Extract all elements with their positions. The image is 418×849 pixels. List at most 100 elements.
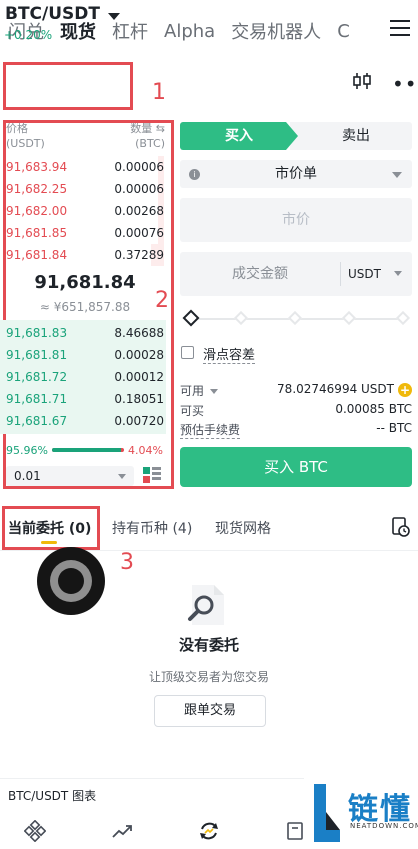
order-type-select[interactable]: i 市价单 bbox=[180, 160, 412, 188]
buy-sell-toggle: 卖出 买入 bbox=[180, 122, 412, 150]
ask-qty: 0.37289 bbox=[114, 248, 164, 262]
chevron-down-icon bbox=[392, 172, 402, 178]
orderbook-price-header: 价格 (USDT) bbox=[6, 122, 45, 150]
ask-row[interactable]: 91,683.94 0.00006 bbox=[6, 156, 164, 178]
available-label[interactable]: 可用 bbox=[180, 382, 219, 399]
chevron-down-icon[interactable] bbox=[108, 13, 120, 20]
tab-margin[interactable]: 杠杆 bbox=[112, 18, 148, 44]
pair-selector[interactable]: BTC/USDT bbox=[5, 4, 100, 24]
buy-btc-button[interactable]: 买入 BTC bbox=[180, 447, 412, 487]
can-buy-label: 可买 bbox=[180, 404, 205, 418]
bid-ratio: 95.96% bbox=[6, 444, 48, 457]
slippage-checkbox[interactable] bbox=[181, 346, 194, 359]
ask-row[interactable]: 91,682.25 0.00006 bbox=[6, 178, 164, 200]
watermark: 链懂 NEATDOWN.COM bbox=[304, 778, 418, 849]
bid-qty: 0.00012 bbox=[114, 370, 164, 384]
bid-price: 91,681.71 bbox=[6, 392, 68, 406]
amount-field[interactable]: 成交金额 USDT bbox=[180, 252, 412, 296]
ask-row[interactable]: 91,682.00 0.00268 bbox=[6, 200, 164, 222]
bid-qty: 0.00028 bbox=[114, 348, 164, 362]
buy-tab[interactable]: 买入 bbox=[180, 122, 298, 150]
bid-price: 91,681.81 bbox=[6, 348, 68, 362]
bid-qty: 8.46688 bbox=[114, 326, 164, 340]
trade-icon[interactable] bbox=[198, 820, 220, 842]
bid-row[interactable]: 91,681.72 0.00012 bbox=[6, 366, 164, 388]
annotation-label-1: 1 bbox=[152, 80, 166, 105]
orderbook-qty-header[interactable]: 数量 ⇆ (BTC) bbox=[130, 121, 165, 151]
copy-trading-button[interactable]: 跟单交易 bbox=[154, 695, 266, 727]
tab-spot-grid[interactable]: 现货网格 bbox=[215, 518, 271, 538]
slider-node-50[interactable] bbox=[287, 310, 303, 326]
bid-price: 91,681.72 bbox=[6, 370, 68, 384]
bid-qty: 0.00720 bbox=[114, 414, 164, 428]
annotation-box-1 bbox=[3, 62, 133, 110]
bid-row[interactable]: 91,681.83 8.46688 bbox=[6, 322, 164, 344]
slider-node-75[interactable] bbox=[341, 310, 357, 326]
ask-row[interactable]: 91,681.84 0.37289 bbox=[6, 244, 164, 266]
ask-price: 91,681.85 bbox=[6, 226, 68, 240]
ask-qty: 0.00076 bbox=[114, 226, 164, 240]
ask-row[interactable]: 91,681.85 0.00076 bbox=[6, 222, 164, 244]
chevron-down-icon bbox=[394, 271, 402, 276]
info-icon[interactable]: i bbox=[189, 169, 200, 180]
ask-qty: 0.00268 bbox=[114, 204, 164, 218]
candlestick-icon[interactable] bbox=[352, 71, 372, 91]
chevron-down-icon bbox=[118, 474, 126, 479]
home-logo-icon[interactable] bbox=[24, 820, 46, 842]
watermark-logo bbox=[314, 784, 340, 842]
ask-price: 91,683.94 bbox=[6, 160, 68, 174]
annotation-label-3: 3 bbox=[120, 550, 134, 575]
ask-price: 91,681.84 bbox=[6, 248, 68, 262]
bid-row[interactable]: 91,681.81 0.00028 bbox=[6, 344, 164, 366]
pair-change: +0.20% bbox=[4, 28, 53, 42]
tab-holdings[interactable]: 持有币种 (4) bbox=[112, 518, 192, 538]
floating-disc-widget[interactable] bbox=[37, 547, 105, 615]
slider-thumb[interactable] bbox=[182, 309, 200, 327]
price-step-select[interactable]: 0.01 bbox=[6, 466, 134, 486]
tab-more-partial[interactable]: C bbox=[337, 21, 350, 42]
sell-tab[interactable]: 卖出 bbox=[290, 122, 412, 150]
bid-price: 91,681.67 bbox=[6, 414, 68, 428]
amount-placeholder: 成交金额 bbox=[232, 266, 288, 282]
can-buy-value: 0.00085 BTC bbox=[335, 402, 412, 416]
bid-qty: 0.18051 bbox=[114, 392, 164, 406]
amount-unit-select[interactable]: USDT bbox=[348, 252, 381, 296]
slippage-label[interactable]: 滑点容差 bbox=[203, 344, 256, 364]
order-history-icon[interactable] bbox=[392, 517, 410, 537]
add-funds-icon[interactable]: + bbox=[398, 382, 412, 397]
bid-ratio-fill bbox=[52, 448, 122, 452]
ask-qty: 0.00006 bbox=[114, 182, 164, 196]
ask-ratio: 4.04% bbox=[128, 444, 163, 457]
chart-label: BTC/USDT 图表 bbox=[8, 789, 97, 803]
slider-node-25[interactable] bbox=[233, 310, 249, 326]
amount-divider bbox=[340, 262, 341, 286]
bid-row[interactable]: 91,681.71 0.18051 bbox=[6, 388, 164, 410]
chevron-down-icon bbox=[210, 389, 219, 394]
watermark-sub: NEATDOWN.COM bbox=[350, 822, 418, 830]
ask-price: 91,682.25 bbox=[6, 182, 68, 196]
more-icon[interactable]: ••• bbox=[392, 72, 418, 96]
last-price-fiat: ≈ ¥651,857.88 bbox=[39, 300, 131, 314]
tab-trading-bots[interactable]: 交易机器人 bbox=[231, 18, 321, 44]
menu-icon[interactable] bbox=[390, 20, 410, 38]
tab-alpha[interactable]: Alpha bbox=[164, 21, 215, 42]
slider-node-100[interactable] bbox=[395, 310, 411, 326]
empty-search-document-icon bbox=[188, 585, 224, 625]
fee-value: -- BTC bbox=[376, 421, 412, 435]
fee-label[interactable]: 预估手续费 bbox=[180, 421, 241, 439]
orderbook-layout-icon[interactable] bbox=[142, 466, 162, 484]
price-step-value: 0.01 bbox=[14, 469, 41, 483]
available-value: 78.02746994 USDT + bbox=[277, 382, 412, 397]
bid-price: 91,681.83 bbox=[6, 326, 68, 340]
active-tab-indicator bbox=[41, 541, 57, 544]
markets-icon[interactable] bbox=[111, 820, 133, 842]
price-field: 市价 bbox=[180, 198, 412, 242]
bid-row[interactable]: 91,681.67 0.00720 bbox=[6, 410, 164, 432]
empty-title: 没有委托 bbox=[178, 636, 239, 654]
order-type-value: 市价单 bbox=[275, 166, 317, 182]
ask-price: 91,682.00 bbox=[6, 204, 68, 218]
empty-subtitle: 让顶级交易者为您交易 bbox=[148, 670, 269, 684]
last-price[interactable]: 91,681.84 bbox=[6, 272, 164, 293]
annotation-label-2: 2 bbox=[155, 288, 169, 313]
tabs-fade bbox=[352, 12, 382, 52]
